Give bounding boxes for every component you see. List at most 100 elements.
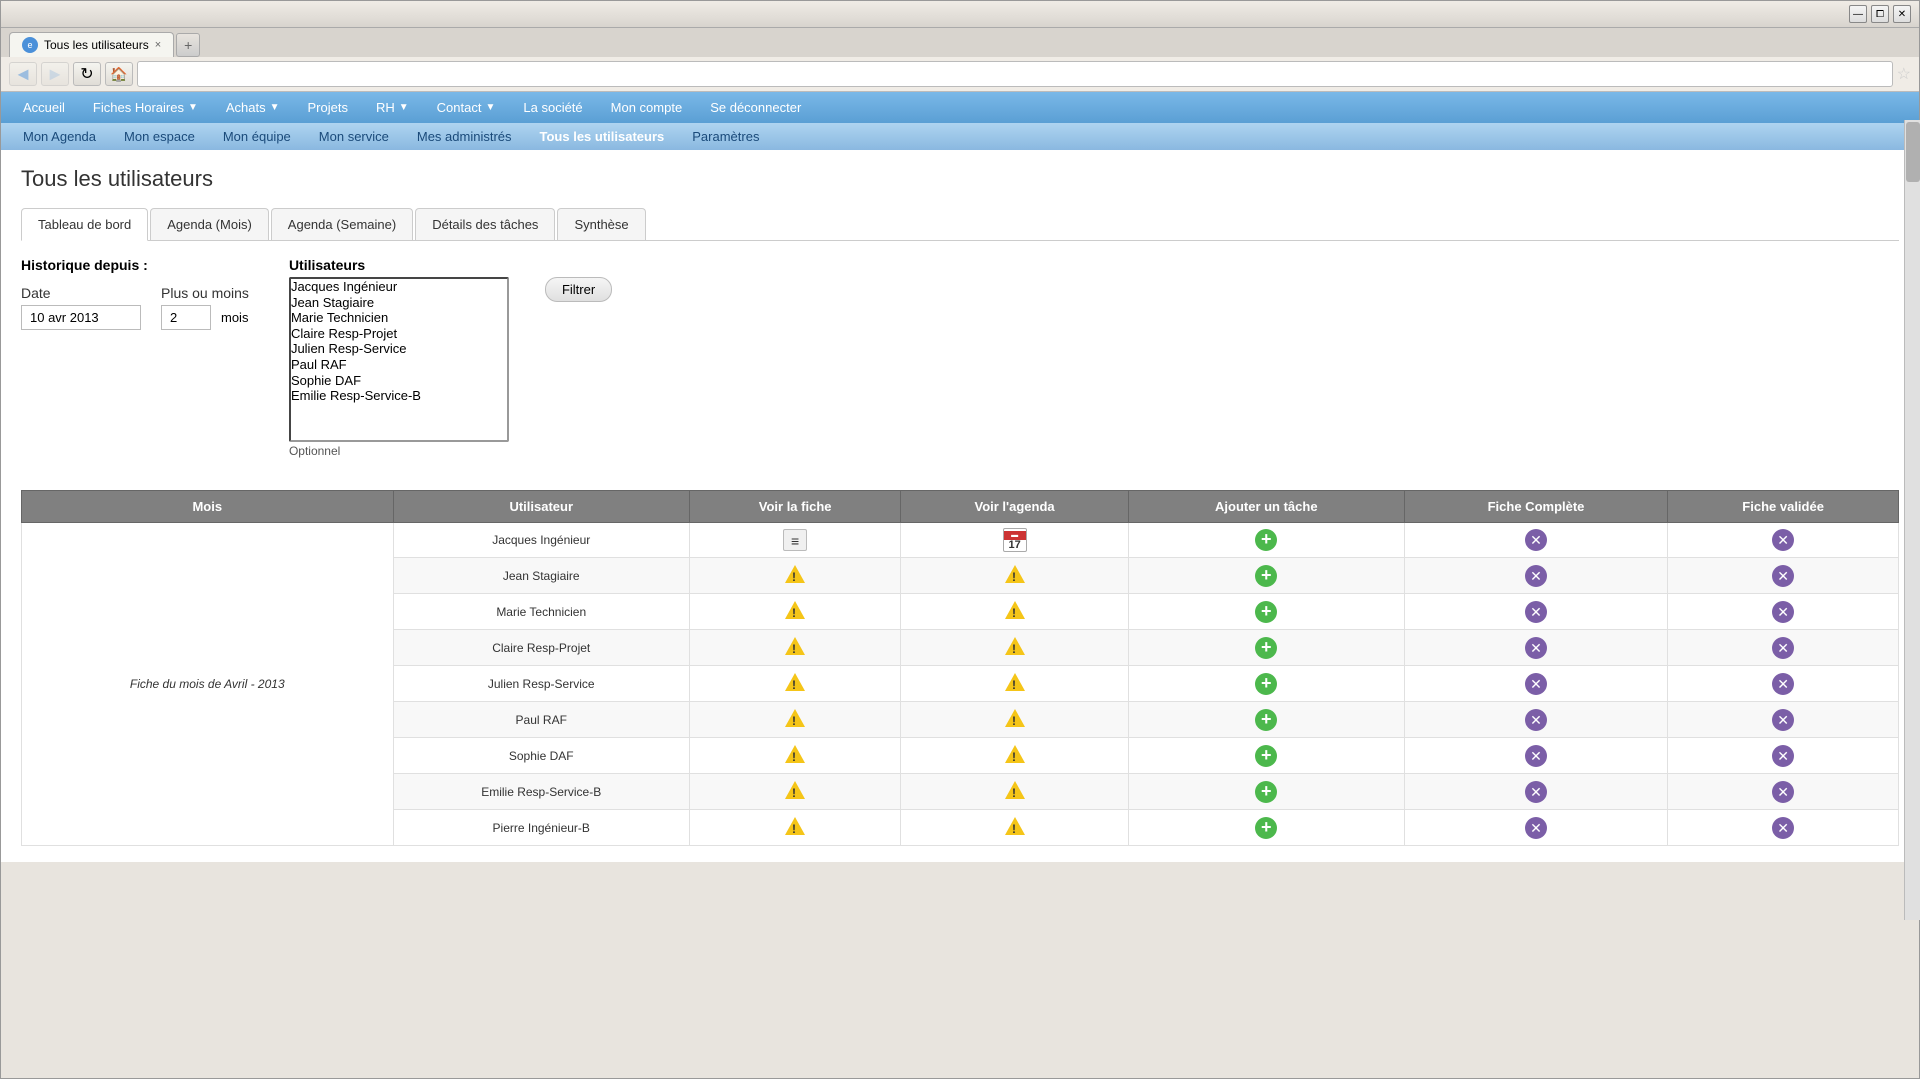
tab-agenda-mois[interactable]: Agenda (Mois) bbox=[150, 208, 269, 240]
list-item[interactable]: Julien Resp-Service bbox=[291, 341, 507, 357]
fiche-validee-cell[interactable]: ✕ bbox=[1668, 558, 1899, 594]
users-listbox[interactable]: Jacques Ingénieur Jean Stagiaire Marie T… bbox=[289, 277, 509, 442]
voir-agenda-cell[interactable]: ! bbox=[901, 558, 1128, 594]
tab-tableau-de-bord[interactable]: Tableau de bord bbox=[21, 208, 148, 241]
sub-nav-mes-administres[interactable]: Mes administrés bbox=[403, 123, 526, 150]
voir-fiche-cell[interactable]: ! bbox=[689, 738, 900, 774]
sub-nav-mon-service[interactable]: Mon service bbox=[305, 123, 403, 150]
fiche-validee-cell[interactable]: ✕ bbox=[1668, 810, 1899, 846]
list-item[interactable]: Sophie DAF bbox=[291, 373, 507, 389]
nav-item-mon-compte[interactable]: Mon compte bbox=[597, 92, 697, 123]
user-name-cell: Sophie DAF bbox=[393, 738, 689, 774]
bookmark-star-icon[interactable]: ☆ bbox=[1897, 64, 1911, 84]
warning-icon: ! bbox=[784, 779, 806, 801]
ajouter-tache-cell[interactable]: + bbox=[1128, 702, 1404, 738]
ajouter-tache-cell[interactable]: + bbox=[1128, 523, 1404, 558]
fiche-complete-cell[interactable]: ✕ bbox=[1404, 558, 1667, 594]
reload-button[interactable]: ↻ bbox=[73, 62, 101, 86]
fiche-validee-cell[interactable]: ✕ bbox=[1668, 774, 1899, 810]
add-icon: + bbox=[1255, 781, 1277, 803]
restore-button[interactable]: ⧠ bbox=[1871, 5, 1889, 23]
sub-nav-mon-equipe[interactable]: Mon équipe bbox=[209, 123, 305, 150]
list-item[interactable]: Marie Technicien bbox=[291, 310, 507, 326]
sub-nav-mon-agenda[interactable]: Mon Agenda bbox=[9, 123, 110, 150]
fiche-complete-cell[interactable]: ✕ bbox=[1404, 774, 1667, 810]
browser-tab-active[interactable]: e Tous les utilisateurs × bbox=[9, 32, 174, 57]
fiche-validee-cell[interactable]: ✕ bbox=[1668, 594, 1899, 630]
fiche-validee-cell[interactable]: ✕ bbox=[1668, 666, 1899, 702]
fiche-validee-cell[interactable]: ✕ bbox=[1668, 523, 1899, 558]
voir-fiche-cell[interactable]: ! bbox=[689, 810, 900, 846]
nav-item-la-societe[interactable]: La société bbox=[509, 92, 596, 123]
home-button[interactable]: 🏠 bbox=[105, 62, 133, 86]
fiche-validee-cell[interactable]: ✕ bbox=[1668, 630, 1899, 666]
plus-moins-input[interactable] bbox=[161, 305, 211, 330]
fiche-complete-cell[interactable]: ✕ bbox=[1404, 810, 1667, 846]
fiche-complete-cell[interactable]: ✕ bbox=[1404, 523, 1667, 558]
back-button[interactable]: ◄ bbox=[9, 62, 37, 86]
ajouter-tache-cell[interactable]: + bbox=[1128, 666, 1404, 702]
sub-nav-parametres[interactable]: Paramètres bbox=[678, 123, 773, 150]
voir-agenda-cell[interactable]: ! bbox=[901, 810, 1128, 846]
tab-close-button[interactable]: × bbox=[155, 39, 161, 51]
scrollbar-thumb[interactable] bbox=[1906, 122, 1920, 182]
voir-agenda-cell[interactable]: ! bbox=[901, 738, 1128, 774]
filter-button[interactable]: Filtrer bbox=[545, 277, 612, 302]
warning-icon: ! bbox=[784, 671, 806, 693]
close-button[interactable]: ✕ bbox=[1893, 5, 1911, 23]
list-item[interactable]: Claire Resp-Projet bbox=[291, 326, 507, 342]
ajouter-tache-cell[interactable]: + bbox=[1128, 738, 1404, 774]
list-item[interactable]: Emilie Resp-Service-B bbox=[291, 388, 507, 404]
voir-agenda-cell[interactable]: ▬17 bbox=[901, 523, 1128, 558]
new-tab-button[interactable]: + bbox=[176, 33, 200, 57]
voir-fiche-cell[interactable]: ! bbox=[689, 630, 900, 666]
voir-fiche-cell[interactable]: ≡ bbox=[689, 523, 900, 558]
voir-agenda-cell[interactable]: ! bbox=[901, 594, 1128, 630]
address-bar[interactable] bbox=[137, 61, 1893, 87]
scrollbar[interactable] bbox=[1904, 120, 1920, 920]
fiche-complete-cell[interactable]: ✕ bbox=[1404, 702, 1667, 738]
nav-item-se-deconnecter[interactable]: Se déconnecter bbox=[696, 92, 815, 123]
voir-agenda-cell[interactable]: ! bbox=[901, 666, 1128, 702]
nav-item-achats[interactable]: Achats ▼ bbox=[212, 92, 294, 123]
fiche-complete-cell[interactable]: ✕ bbox=[1404, 666, 1667, 702]
list-item[interactable]: Paul RAF bbox=[291, 357, 507, 373]
fiche-validee-cell[interactable]: ✕ bbox=[1668, 738, 1899, 774]
achats-arrow: ▼ bbox=[270, 102, 280, 113]
list-item[interactable]: Jacques Ingénieur bbox=[291, 279, 507, 295]
ajouter-tache-cell[interactable]: + bbox=[1128, 630, 1404, 666]
nav-item-rh[interactable]: RH ▼ bbox=[362, 92, 423, 123]
ajouter-tache-cell[interactable]: + bbox=[1128, 774, 1404, 810]
tab-synthese[interactable]: Synthèse bbox=[557, 208, 645, 240]
nav-item-projets[interactable]: Projets bbox=[294, 92, 362, 123]
tab-agenda-semaine[interactable]: Agenda (Semaine) bbox=[271, 208, 413, 240]
voir-agenda-cell[interactable]: ! bbox=[901, 630, 1128, 666]
voir-fiche-cell[interactable]: ! bbox=[689, 666, 900, 702]
voir-fiche-cell[interactable]: ! bbox=[689, 558, 900, 594]
nav-item-fiches-horaires[interactable]: Fiches Horaires ▼ bbox=[79, 92, 212, 123]
voir-fiche-cell[interactable]: ! bbox=[689, 702, 900, 738]
date-label: Date bbox=[21, 285, 141, 301]
blocked-icon: ✕ bbox=[1525, 637, 1547, 659]
sub-nav-tous-les-utilisateurs[interactable]: Tous les utilisateurs bbox=[526, 123, 679, 150]
nav-item-contact[interactable]: Contact ▼ bbox=[423, 92, 510, 123]
forward-button[interactable]: ► bbox=[41, 62, 69, 86]
nav-item-accueil[interactable]: Accueil bbox=[9, 92, 79, 123]
sub-nav-mon-espace[interactable]: Mon espace bbox=[110, 123, 209, 150]
ajouter-tache-cell[interactable]: + bbox=[1128, 810, 1404, 846]
svg-text:!: ! bbox=[1012, 642, 1016, 656]
voir-fiche-cell[interactable]: ! bbox=[689, 594, 900, 630]
voir-fiche-cell[interactable]: ! bbox=[689, 774, 900, 810]
voir-agenda-cell[interactable]: ! bbox=[901, 702, 1128, 738]
fiche-complete-cell[interactable]: ✕ bbox=[1404, 630, 1667, 666]
ajouter-tache-cell[interactable]: + bbox=[1128, 594, 1404, 630]
tab-details-taches[interactable]: Détails des tâches bbox=[415, 208, 555, 240]
date-input[interactable] bbox=[21, 305, 141, 330]
fiche-validee-cell[interactable]: ✕ bbox=[1668, 702, 1899, 738]
list-item[interactable]: Jean Stagiaire bbox=[291, 295, 507, 311]
ajouter-tache-cell[interactable]: + bbox=[1128, 558, 1404, 594]
fiche-complete-cell[interactable]: ✕ bbox=[1404, 594, 1667, 630]
minimize-button[interactable]: — bbox=[1849, 5, 1867, 23]
voir-agenda-cell[interactable]: ! bbox=[901, 774, 1128, 810]
fiche-complete-cell[interactable]: ✕ bbox=[1404, 738, 1667, 774]
